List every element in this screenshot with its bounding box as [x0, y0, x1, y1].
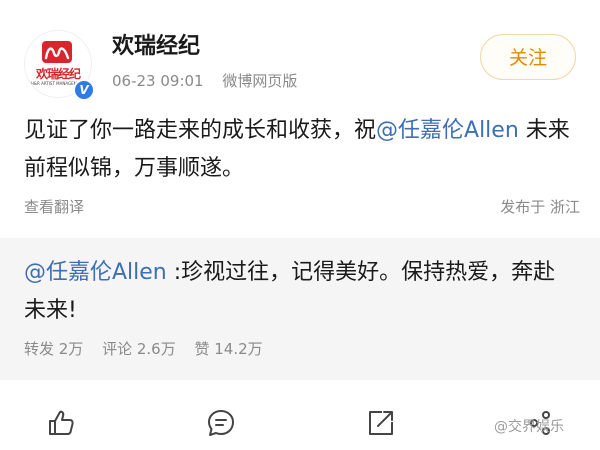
- post-location: 发布于 浙江: [500, 198, 580, 216]
- weibo-post: 欢瑞经纪 H&R ARTIST MANAGEMENT V 欢瑞经纪 06-23 …: [0, 0, 600, 450]
- post-timestamp: 06-23 09:01: [112, 72, 204, 90]
- post-header: 欢瑞经纪 H&R ARTIST MANAGEMENT V 欢瑞经纪 06-23 …: [0, 0, 600, 104]
- post-source: 微博网页版: [222, 72, 298, 90]
- avatar[interactable]: 欢瑞经纪 H&R ARTIST MANAGEMENT V: [24, 30, 95, 101]
- share-icon[interactable]: [366, 408, 396, 438]
- comment-icon[interactable]: [206, 408, 236, 438]
- like-icon[interactable]: [46, 408, 76, 438]
- comment-count: 评论 2.6万: [102, 340, 176, 358]
- author-name[interactable]: 欢瑞经纪: [112, 28, 200, 60]
- repost-stats: 转发 2万 评论 2.6万 赞 14.2万: [24, 338, 277, 359]
- reposted-block[interactable]: @任嘉伦Allen :珍视过往，记得美好。保持热爱，奔赴未来! 转发 2万 评论…: [0, 238, 600, 380]
- verified-icon: V: [73, 79, 95, 101]
- mention-link[interactable]: @任嘉伦Allen: [376, 118, 519, 143]
- post-content: 见证了你一路走来的成长和收获，祝@任嘉伦Allen 未来前程似锦，万事顺遂。: [24, 112, 580, 188]
- post-footer: 查看翻译 发布于 浙江: [24, 196, 580, 220]
- watermark: @交界娱乐: [494, 419, 564, 435]
- like-count: 赞 14.2万: [194, 340, 263, 358]
- post-text-before: 见证了你一路走来的成长和收获，祝: [24, 118, 377, 143]
- follow-button[interactable]: 关注: [480, 34, 576, 80]
- post-meta: 06-23 09:01 微博网页版: [112, 70, 297, 91]
- brand-logo-icon: [42, 41, 72, 63]
- repost-count: 转发 2万: [24, 340, 84, 358]
- translate-link[interactable]: 查看翻译: [24, 196, 84, 217]
- repost-content: @任嘉伦Allen :珍视过往，记得美好。保持热爱，奔赴未来!: [24, 254, 576, 330]
- repost-mention-link[interactable]: @任嘉伦Allen: [24, 260, 167, 285]
